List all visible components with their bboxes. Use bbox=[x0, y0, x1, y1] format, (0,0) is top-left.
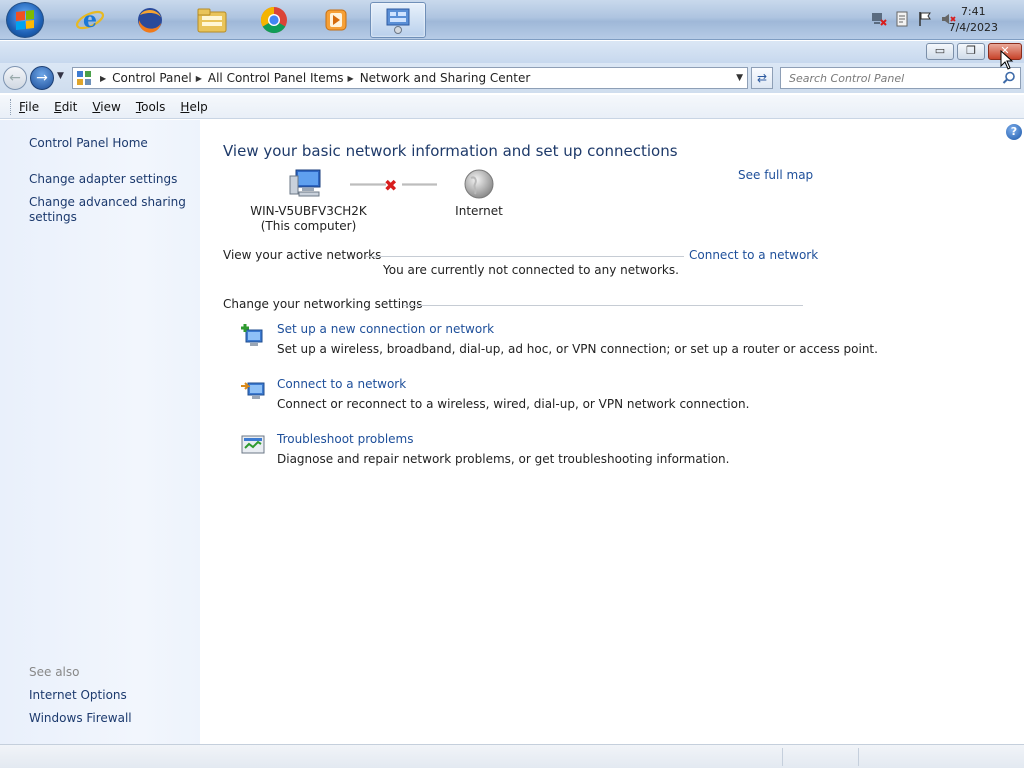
refresh-button[interactable]: ⇄ bbox=[751, 67, 773, 89]
taskbar-media-player[interactable] bbox=[310, 2, 362, 38]
system-tray: 7:41 7/4/2023 bbox=[844, 0, 1024, 40]
menu-grip bbox=[10, 98, 13, 115]
internet-label: Internet bbox=[455, 204, 503, 218]
menu-file[interactable]: File bbox=[19, 100, 39, 114]
change-advanced-sharing-link[interactable]: Change advanced sharing settings bbox=[29, 195, 186, 225]
connection-line bbox=[402, 183, 437, 186]
change-settings-heading: Change your networking settings bbox=[223, 297, 423, 311]
menu-help[interactable]: Help bbox=[180, 100, 207, 114]
window-titlebar: ▭ ❐ ✕ bbox=[0, 41, 1024, 63]
menu-view[interactable]: View bbox=[92, 100, 120, 114]
navigation-bar: ← → ▼ ▶ Control Panel ▶ All Control Panel… bbox=[0, 63, 1024, 93]
troubleshoot-icon bbox=[241, 435, 265, 454]
breadcrumb-control-panel[interactable]: Control Panel ▶ bbox=[112, 71, 208, 85]
address-bar[interactable]: ▶ Control Panel ▶ All Control Panel Items… bbox=[72, 67, 748, 89]
arrow-right-icon: → bbox=[36, 70, 48, 86]
control-panel-icon bbox=[77, 71, 91, 85]
clock-date: 7/4/2023 bbox=[948, 21, 998, 34]
internet-options-link[interactable]: Internet Options bbox=[29, 688, 127, 703]
setup-connection-link[interactable]: Set up a new connection or network bbox=[277, 322, 494, 336]
chevron-right-icon[interactable]: ▶ bbox=[196, 74, 202, 83]
chevron-right-icon: ▶ bbox=[100, 73, 107, 83]
menu-tools[interactable]: Tools bbox=[136, 100, 166, 114]
network-disconnected-icon[interactable] bbox=[871, 11, 887, 27]
menu-edit[interactable]: Edit bbox=[54, 100, 77, 114]
control-panel-home-link[interactable]: Control Panel Home bbox=[29, 136, 148, 151]
breadcrumb-separator[interactable]: ▶ bbox=[96, 74, 112, 83]
refresh-icon: ⇄ bbox=[756, 71, 768, 85]
help-button[interactable]: ? bbox=[1006, 124, 1022, 140]
main-content: ? View your basic network information an… bbox=[200, 120, 1024, 744]
windows-logo-icon bbox=[16, 10, 34, 30]
section-divider bbox=[366, 256, 684, 257]
firefox-icon bbox=[138, 8, 162, 33]
connection-error-icon[interactable]: ✖ bbox=[384, 176, 397, 195]
arrow-left-icon: ← bbox=[9, 70, 21, 86]
start-button[interactable] bbox=[6, 2, 44, 38]
taskbar-internet-explorer[interactable]: e bbox=[64, 2, 116, 38]
search-input[interactable] bbox=[789, 68, 999, 88]
troubleshoot-desc: Diagnose and repair network problems, or… bbox=[277, 452, 730, 466]
section-divider bbox=[403, 305, 803, 306]
back-button[interactable]: ← bbox=[3, 66, 27, 90]
taskbar-firefox[interactable] bbox=[124, 2, 176, 38]
connect-network-icon bbox=[241, 382, 265, 399]
network-center-icon bbox=[386, 8, 410, 34]
media-player-icon bbox=[325, 9, 347, 31]
taskbar-control-panel[interactable] bbox=[370, 2, 426, 38]
connect-network-desc: Connect or reconnect to a wireless, wire… bbox=[277, 397, 750, 411]
computer-label: WIN-V5UBFV3CH2K (This computer) bbox=[250, 204, 367, 233]
status-bar bbox=[0, 744, 1024, 768]
no-network-message: You are currently not connected to any n… bbox=[383, 263, 679, 277]
see-full-map-link[interactable]: See full map bbox=[738, 168, 813, 182]
clock-time: 7:41 bbox=[960, 5, 986, 18]
forward-button[interactable]: → bbox=[30, 66, 54, 90]
active-networks-heading: View your active networks bbox=[223, 248, 382, 262]
windows-firewall-link[interactable]: Windows Firewall bbox=[29, 711, 132, 726]
status-divider bbox=[782, 748, 783, 766]
mouse-cursor-icon bbox=[1000, 50, 1014, 70]
task-pane: Control Panel Home Change adapter settin… bbox=[0, 120, 200, 744]
internet-explorer-icon: e bbox=[75, 7, 105, 33]
minimize-button[interactable]: ▭ bbox=[926, 43, 954, 60]
search-box[interactable] bbox=[780, 67, 1021, 89]
status-divider bbox=[858, 748, 859, 766]
setup-connection-desc: Set up a wireless, broadband, dial-up, a… bbox=[277, 342, 878, 356]
internet-globe-icon[interactable] bbox=[463, 168, 495, 200]
troubleshoot-link[interactable]: Troubleshoot problems bbox=[277, 432, 413, 446]
new-connection-icon bbox=[241, 324, 263, 346]
menu-bar: File Edit View Tools Help bbox=[0, 95, 1024, 119]
breadcrumb-network-sharing-center[interactable]: Network and Sharing Center bbox=[360, 71, 531, 85]
chrome-icon bbox=[260, 6, 287, 34]
change-adapter-settings-link[interactable]: Change adapter settings bbox=[29, 172, 177, 187]
connect-to-network-link[interactable]: Connect to a network bbox=[689, 248, 818, 262]
search-icon[interactable] bbox=[1002, 71, 1016, 85]
action-center-icon[interactable] bbox=[894, 11, 910, 27]
connection-line bbox=[350, 183, 386, 186]
address-history-dropdown[interactable]: ▼ bbox=[736, 73, 743, 83]
page-title: View your basic network information and … bbox=[223, 142, 678, 160]
recent-pages-dropdown[interactable]: ▼ bbox=[57, 71, 64, 81]
taskbar-file-explorer[interactable] bbox=[186, 2, 238, 38]
clock[interactable]: 7:41 7/4/2023 bbox=[949, 4, 998, 36]
breadcrumb-all-items[interactable]: All Control Panel Items ▶ bbox=[208, 71, 360, 85]
taskbar-chrome[interactable] bbox=[248, 2, 300, 38]
taskbar: e 7:41 7/4/2023 bbox=[0, 0, 1024, 40]
flag-icon[interactable] bbox=[917, 11, 933, 27]
see-also-heading: See also bbox=[29, 665, 80, 679]
svg-text:e: e bbox=[83, 7, 97, 33]
computer-icon[interactable] bbox=[288, 168, 324, 198]
restore-button[interactable]: ❐ bbox=[957, 43, 985, 60]
folder-icon bbox=[197, 8, 227, 33]
chevron-right-icon[interactable]: ▶ bbox=[348, 74, 354, 83]
connect-network-link[interactable]: Connect to a network bbox=[277, 377, 406, 391]
